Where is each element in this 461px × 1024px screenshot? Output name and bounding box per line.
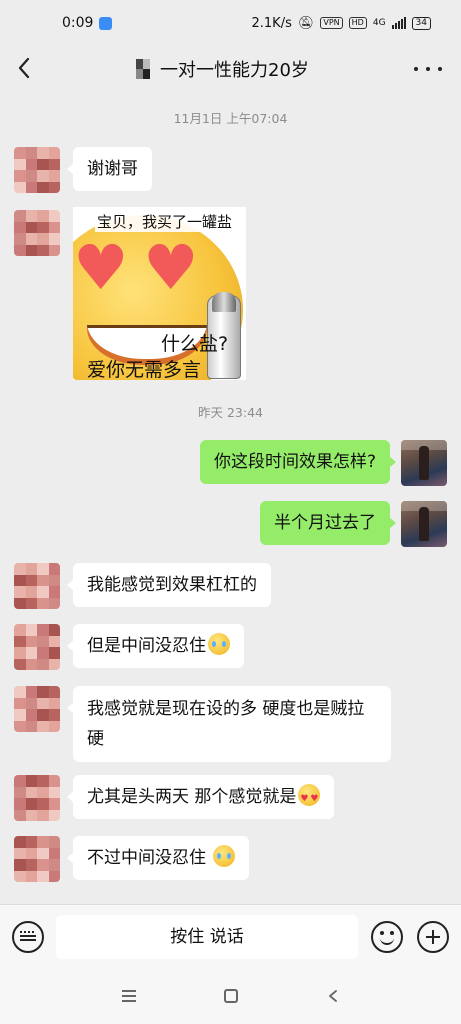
- status-time: 0:09: [62, 15, 94, 31]
- contact-avatar[interactable]: [14, 147, 60, 193]
- sticker-caption-mid: 什么盐?: [161, 333, 229, 355]
- home-icon[interactable]: [224, 989, 238, 1003]
- sticker-caption-top: 宝贝，我买了一罐盐: [95, 211, 235, 232]
- sticker-caption-bottom: 爱你无需多言: [87, 359, 202, 380]
- message-bubble[interactable]: 我感觉就是现在设的多 硬度也是贼拉硬: [67, 686, 391, 762]
- contact-avatar[interactable]: [14, 210, 60, 256]
- network-type: 4G: [372, 18, 386, 28]
- message-text: 但是中间没忍住: [87, 636, 206, 656]
- more-dots-icon[interactable]: [414, 56, 442, 82]
- app-notification-icon: [99, 16, 113, 30]
- crying-face-icon: [213, 845, 236, 867]
- timestamp: 昨天 23:44: [198, 405, 263, 420]
- sticker-message[interactable]: ♥ ♥ 宝贝，我买了一罐盐 什么盐? 爱你无需多言: [73, 207, 246, 380]
- chevron-left-icon[interactable]: [14, 54, 36, 82]
- status-bar: 0:09 2.1K/s 🔕︎ VPN HD 4G 34: [0, 0, 461, 46]
- my-message-bubble[interactable]: 半个月过去了: [260, 501, 396, 545]
- heart-eye-left: ♥: [73, 231, 129, 304]
- my-avatar[interactable]: [401, 501, 447, 547]
- message-bubble[interactable]: 但是中间没忍住: [67, 624, 244, 668]
- my-message-bubble[interactable]: 你这段时间效果怎样?: [199, 440, 397, 484]
- chat-title: 一对一性能力20岁: [160, 60, 309, 81]
- hd-badge: HD: [348, 17, 367, 29]
- keyboard-icon[interactable]: [12, 921, 44, 953]
- nav-back-icon[interactable]: [328, 990, 338, 1002]
- title-avatar-mosaic: [136, 59, 150, 79]
- contact-avatar[interactable]: [14, 836, 60, 882]
- chat-header: 一对一性能力20岁: [0, 46, 461, 92]
- network-speed: 2.1K/s: [251, 15, 292, 31]
- system-nav-bar: [0, 968, 461, 1024]
- input-bar: 按住 说话: [0, 904, 461, 968]
- message-text: 不过中间没忍住: [87, 848, 206, 868]
- contact-avatar[interactable]: [14, 624, 60, 670]
- message-bubble[interactable]: 谢谢哥: [67, 147, 152, 191]
- recents-icon[interactable]: [122, 990, 136, 1002]
- message-bubble[interactable]: 我能感觉到效果杠杠的: [67, 563, 271, 607]
- signal-icon: [391, 17, 406, 29]
- hold-to-talk-button[interactable]: 按住 说话: [56, 915, 358, 959]
- contact-avatar[interactable]: [14, 686, 60, 732]
- smile-icon[interactable]: [371, 921, 403, 953]
- message-bubble[interactable]: 不过中间没忍住: [66, 836, 250, 880]
- crying-face-icon: [208, 633, 230, 655]
- mute-icon: 🔕︎: [297, 15, 315, 31]
- my-avatar[interactable]: [401, 440, 447, 486]
- timestamp: 11月1日 上午07:04: [173, 111, 288, 126]
- message-text: 尤其是头两天 那个感觉就是: [87, 787, 297, 807]
- vpn-badge: VPN: [320, 17, 343, 29]
- plus-icon[interactable]: [417, 921, 449, 953]
- contact-avatar[interactable]: [14, 563, 60, 609]
- contact-avatar[interactable]: [14, 775, 60, 821]
- chat-title-area: 一对一性能力20岁: [136, 56, 309, 82]
- heart-eyes-face-icon: [298, 784, 321, 813]
- message-bubble[interactable]: 尤其是头两天 那个感觉就是: [66, 775, 335, 819]
- heart-eye-right: ♥: [143, 231, 199, 304]
- battery-icon: 34: [411, 16, 431, 30]
